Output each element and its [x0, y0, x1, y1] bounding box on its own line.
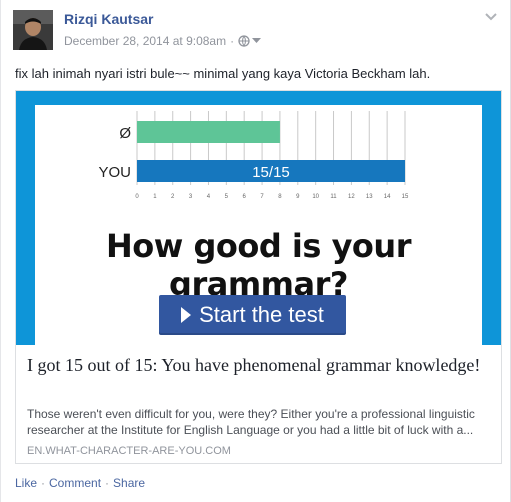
globe-icon[interactable]: [238, 35, 250, 47]
link-preview-card[interactable]: Ø YOU 15/15 0 1 2 3 4 5 6 7 8 9 10 11 12 13 14 15 How good…: [15, 90, 502, 464]
tick-label: 15: [402, 194, 409, 200]
tick-label: 14: [384, 194, 391, 200]
tick-label: 5: [225, 194, 229, 200]
post-actions: Like · Comment · Share: [15, 476, 145, 490]
facebook-post: Rizqi Kautsar December 28, 2014 at 9:08a…: [0, 0, 511, 502]
tick-label: 8: [278, 194, 282, 200]
tick-label: 0: [135, 194, 139, 200]
comment-link[interactable]: Comment: [49, 476, 101, 490]
privacy-dropdown-icon[interactable]: [252, 38, 262, 44]
link-domain: EN.WHAT-CHARACTER-ARE-YOU.COM: [27, 445, 231, 457]
tick-label: 12: [348, 194, 355, 200]
link-title[interactable]: I got 15 out of 15: You have phenomenal …: [27, 354, 487, 377]
start-test-label: Start the test: [199, 302, 324, 327]
action-separator: ·: [105, 476, 110, 490]
tick-label: 11: [330, 194, 337, 200]
tick-label: 1: [153, 194, 157, 200]
tick-label: 13: [366, 194, 373, 200]
tick-label: 10: [312, 194, 319, 200]
tick-label: 4: [207, 194, 211, 200]
start-test-button[interactable]: Start the test: [159, 295, 346, 335]
tick-label: 7: [260, 194, 264, 200]
score-bar-chart: ØYOU 15/150 1 2 3 4 5 6 7 8 9 10 11 12 13 14 15: [98, 111, 409, 200]
status-text: fix lah inimah nyari istri bule~~ minima…: [15, 66, 431, 81]
link-preview-image[interactable]: Ø YOU 15/15 0 1 2 3 4 5 6 7 8 9 10 11 12 13 14 15 How good…: [16, 91, 501, 345]
link-description: Those weren't even difficult for you, we…: [27, 407, 475, 437]
tick-label: 3: [189, 194, 193, 200]
author-name[interactable]: Rizqi Kautsar: [64, 11, 153, 27]
post-meta: December 28, 2014 at 9:08am ·: [64, 34, 262, 48]
category-label: Ø: [119, 125, 131, 142]
action-separator: ·: [41, 476, 46, 490]
avatar-photo: [13, 10, 53, 50]
tick-label: 9: [296, 194, 300, 200]
tick-label: 2: [171, 194, 175, 200]
bar-value-label: 15/15: [252, 164, 290, 181]
share-link[interactable]: Share: [113, 476, 145, 490]
tick-label: 6: [243, 194, 247, 200]
meta-separator: ·: [230, 34, 235, 48]
quiz-image-panel: Ø YOU 15/15 0 1 2 3 4 5 6 7 8 9 10 11 12 13 14 15 How good…: [35, 105, 482, 345]
post-timestamp[interactable]: December 28, 2014 at 9:08am: [64, 34, 226, 48]
quiz-headline: How good is your grammar?: [106, 227, 411, 303]
chevron-down-icon[interactable]: [484, 12, 498, 22]
category-label: YOU: [98, 164, 131, 181]
like-link[interactable]: Like: [15, 476, 37, 490]
bar-0: [137, 121, 280, 143]
play-icon: [181, 307, 192, 323]
avatar[interactable]: [13, 10, 53, 50]
